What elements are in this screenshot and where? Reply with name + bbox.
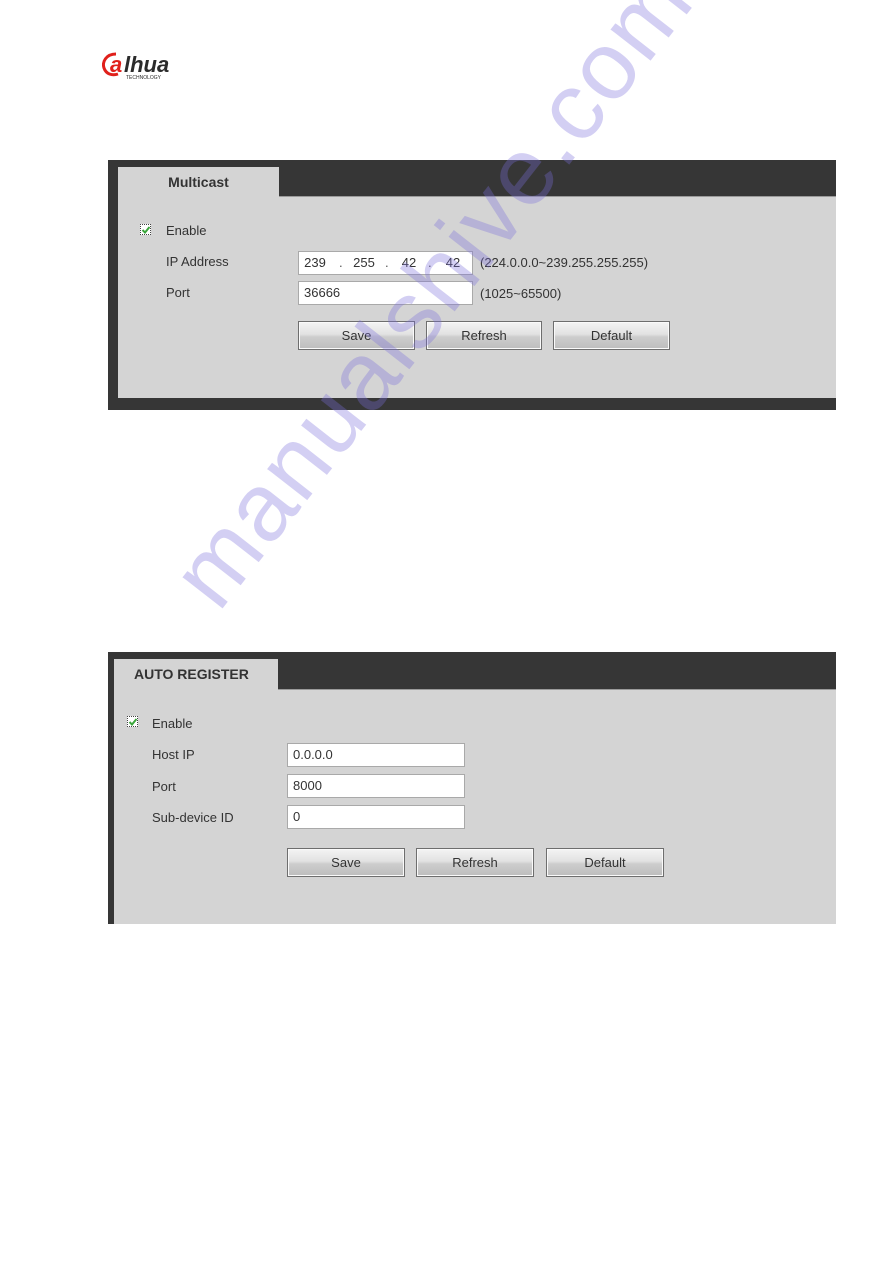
ip-octet-4[interactable]: 42 <box>438 252 468 274</box>
sub-device-id-input[interactable]: 0 <box>287 805 465 829</box>
header-divider <box>279 196 836 197</box>
ip-range-hint: (224.0.0.0~239.255.255.255) <box>480 255 649 270</box>
multicast-panel: Multicast Enable IP Address 239 . 255 . … <box>108 160 836 410</box>
port-input[interactable]: 8000 <box>287 774 465 798</box>
ip-dot: . <box>385 255 389 270</box>
multicast-panel-body <box>118 196 836 398</box>
svg-text:a: a <box>110 52 122 77</box>
refresh-button[interactable]: Refresh <box>426 321 542 350</box>
save-button[interactable]: Save <box>287 848 405 877</box>
host-ip-label: Host IP <box>152 747 195 762</box>
ip-octet-3[interactable]: 42 <box>394 252 424 274</box>
ip-octet-1[interactable]: 239 <box>300 252 330 274</box>
port-label: Port <box>166 285 190 300</box>
ip-octet-2[interactable]: 255 <box>349 252 379 274</box>
dahua-logo: a lhua TECHNOLOGY <box>102 50 192 82</box>
save-button[interactable]: Save <box>298 321 415 350</box>
header-divider <box>278 689 836 690</box>
enable-checkbox[interactable] <box>140 224 151 235</box>
host-ip-input[interactable]: 0.0.0.0 <box>287 743 465 767</box>
enable-checkbox[interactable] <box>127 716 138 727</box>
ip-dot: . <box>428 255 432 270</box>
default-button[interactable]: Default <box>553 321 670 350</box>
port-range-hint: (1025~65500) <box>480 286 562 301</box>
default-button[interactable]: Default <box>546 848 664 877</box>
checkmark-icon <box>128 718 138 726</box>
auto-register-panel: AUTO REGISTER Enable Host IP 0.0.0.0 Por… <box>108 652 836 924</box>
port-input[interactable]: 36666 <box>298 281 473 305</box>
ip-address-input[interactable]: 239 . 255 . 42 . 42 <box>298 251 473 275</box>
tab-multicast[interactable]: Multicast <box>118 167 279 197</box>
svg-text:TECHNOLOGY: TECHNOLOGY <box>126 75 162 81</box>
auto-register-panel-body <box>114 689 836 924</box>
ip-dot: . <box>339 255 343 270</box>
svg-text:lhua: lhua <box>124 52 169 77</box>
tab-auto-register[interactable]: AUTO REGISTER <box>114 659 278 690</box>
enable-label: Enable <box>152 716 193 731</box>
refresh-button[interactable]: Refresh <box>416 848 534 877</box>
enable-label: Enable <box>166 223 207 238</box>
checkmark-icon <box>141 226 151 234</box>
ip-address-label: IP Address <box>166 254 229 269</box>
sub-device-id-label: Sub-device ID <box>152 810 234 825</box>
port-label: Port <box>152 779 176 794</box>
